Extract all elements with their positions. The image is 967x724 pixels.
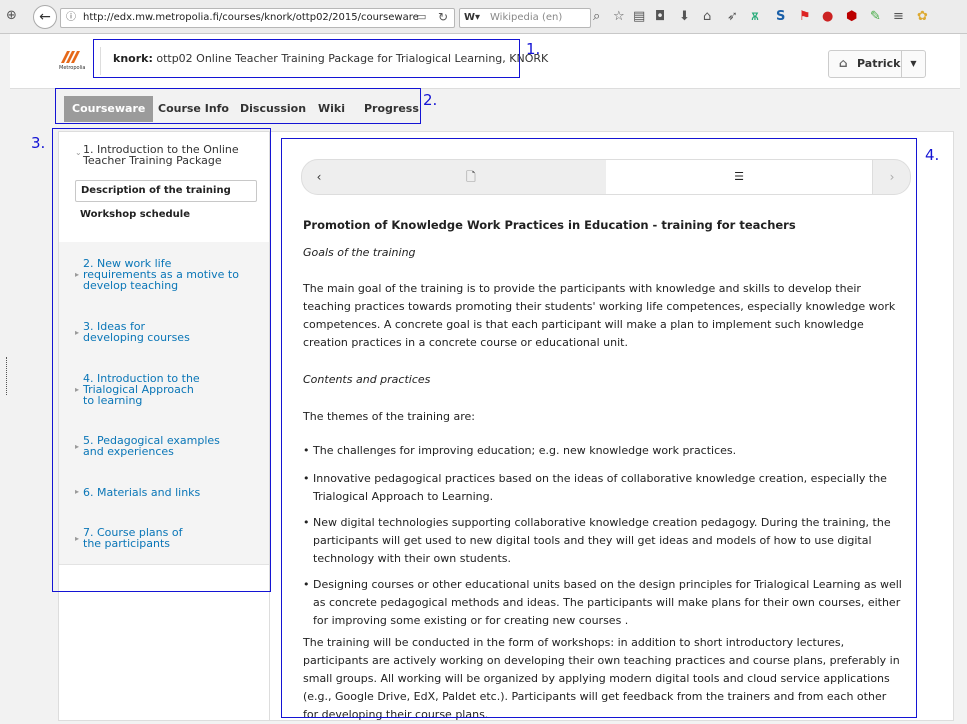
history-dropdown-icon[interactable]: ⊕ [6, 8, 17, 24]
annotation-label-4: 4. [925, 146, 940, 164]
info-icon[interactable]: ⓘ [66, 9, 76, 27]
home-icon[interactable]: ⌂ [839, 56, 848, 70]
search-box[interactable]: W▾ Wikipedia (en) [459, 8, 591, 28]
url-bar[interactable]: ⓘ http://edx.mw.metropolia.fi/courses/kn… [60, 8, 455, 28]
annotation-box-1 [93, 39, 520, 78]
send-icon[interactable]: ➶ [727, 9, 738, 25]
ublock-icon[interactable]: ⬢ [846, 9, 857, 25]
chevron-down-icon[interactable]: ▼ [901, 51, 925, 77]
metropolia-logo[interactable]: Metropolia [58, 49, 86, 71]
annotation-label-2: 2. [423, 91, 438, 109]
bookmark-star-icon[interactable]: ☆ [613, 9, 625, 25]
logo-text: Metropolia [59, 65, 85, 71]
privacy-icon[interactable]: ● [822, 9, 833, 25]
bookmarks-list-icon[interactable]: ▤ [633, 9, 645, 25]
extension-icon[interactable]: ✿ [917, 9, 928, 25]
search-engine-selector[interactable]: W▾ [464, 9, 480, 27]
annotation-box-2 [55, 88, 421, 124]
flag-icon[interactable]: ⚑ [799, 9, 811, 25]
home-icon[interactable]: ⌂ [703, 9, 711, 25]
browser-toolbar: ⊕ ← ⓘ http://edx.mw.metropolia.fi/course… [0, 0, 967, 34]
user-name[interactable]: Patrick [857, 57, 900, 70]
search-placeholder: Wikipedia (en) [490, 12, 563, 23]
user-menu[interactable]: ⌂ Patrick ▼ [828, 50, 926, 78]
tools-icon[interactable]: ✎ [870, 9, 881, 25]
pocket-icon[interactable]: ◘ [655, 9, 665, 25]
url-text: http://edx.mw.metropolia.fi/courses/knor… [83, 12, 419, 23]
reader-view-icon[interactable]: ▭ [416, 9, 426, 25]
s-extension-icon[interactable]: S [776, 9, 785, 25]
drag-handle[interactable] [6, 357, 9, 395]
download-icon[interactable]: ⬇ [679, 9, 690, 25]
annotation-box-4 [281, 138, 917, 718]
annotation-box-3 [52, 128, 271, 592]
reload-icon[interactable]: ↻ [438, 9, 448, 25]
annotation-label-3: 3. [31, 134, 46, 152]
back-button[interactable]: ← [33, 5, 57, 29]
search-icon[interactable]: ⌕ [593, 9, 600, 25]
addon-icon[interactable]: ѫ [751, 9, 759, 25]
menu-icon[interactable]: ≡ [893, 9, 904, 25]
annotation-label-1: 1. [526, 40, 541, 58]
